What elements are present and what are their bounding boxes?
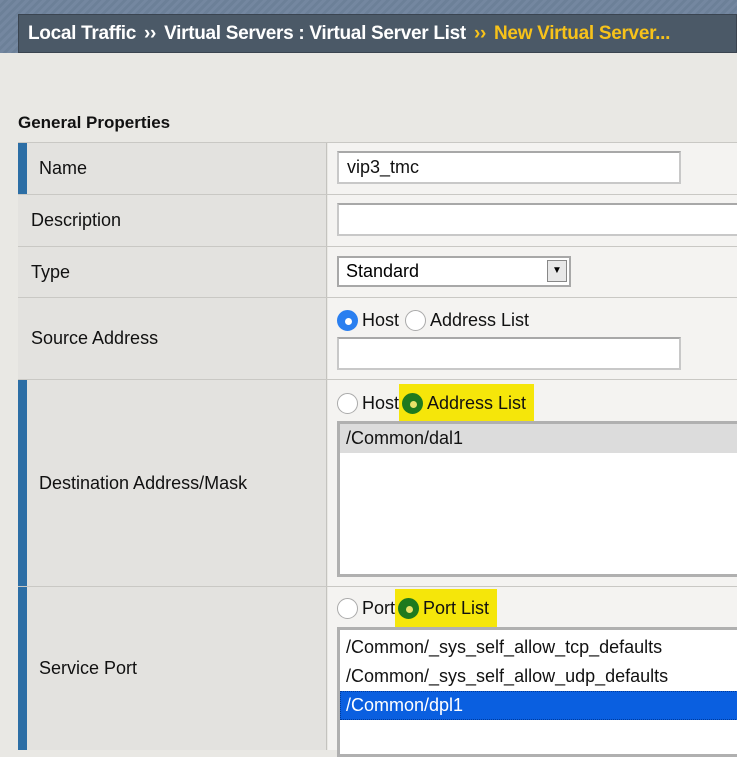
type-label: Type bbox=[18, 247, 327, 297]
port-label: Port bbox=[362, 598, 396, 618]
highlight: Port List bbox=[395, 589, 498, 628]
description-input[interactable] bbox=[337, 203, 737, 236]
port-radio[interactable] bbox=[337, 598, 358, 619]
type-select[interactable]: Standard ▼ bbox=[337, 256, 571, 287]
breadcrumb-separator: ›› bbox=[473, 23, 487, 44]
list-item[interactable]: /Common/_sys_self_allow_tcp_defaults bbox=[340, 633, 737, 662]
name-label: Name bbox=[18, 143, 327, 194]
port-list-radio[interactable] bbox=[398, 598, 420, 619]
section-title: General Properties bbox=[18, 113, 171, 132]
description-label: Description bbox=[18, 195, 327, 246]
source-address-label: Source Address bbox=[18, 298, 327, 379]
row-type: Type Standard ▼ bbox=[18, 246, 737, 297]
service-port-label: Service Port bbox=[18, 587, 327, 750]
row-description: Description bbox=[18, 194, 737, 246]
destination-address-listbox[interactable]: /Common/dal1 bbox=[337, 421, 737, 577]
row-name: Name vip3_tmc bbox=[18, 142, 737, 194]
highlight: Address List bbox=[399, 384, 535, 423]
name-input[interactable]: vip3_tmc bbox=[337, 151, 681, 184]
row-destination: Destination Address/Mask Host Address Li… bbox=[18, 379, 737, 586]
chevron-down-icon[interactable]: ▼ bbox=[547, 260, 567, 282]
source-host-label: Host bbox=[362, 310, 400, 330]
breadcrumb-current: New Virtual Server... bbox=[494, 23, 671, 44]
list-item[interactable]: /Common/dpl1 bbox=[340, 691, 737, 720]
port-listbox[interactable]: /Common/_sys_self_allow_tcp_defaults /Co… bbox=[337, 627, 737, 757]
source-address-input[interactable] bbox=[337, 337, 681, 370]
breadcrumb: Local Traffic ›› Virtual Servers : Virtual… bbox=[18, 14, 737, 53]
port-list-label: Port List bbox=[423, 598, 490, 618]
breadcrumb-virtual-server-list[interactable]: Virtual Servers : Virtual Server List bbox=[164, 23, 466, 44]
destination-host-radio[interactable] bbox=[337, 393, 358, 414]
row-service-port: Service Port Port Port List /Common/_sys… bbox=[18, 586, 737, 757]
list-item[interactable]: /Common/_sys_self_allow_udp_defaults bbox=[340, 662, 737, 691]
row-source-address: Source Address Host Address List bbox=[18, 297, 737, 379]
breadcrumb-separator: ›› bbox=[144, 23, 157, 44]
destination-address-list-radio[interactable] bbox=[402, 393, 424, 414]
destination-label: Destination Address/Mask bbox=[18, 380, 327, 586]
source-host-radio[interactable] bbox=[337, 310, 358, 331]
source-address-list-radio[interactable] bbox=[405, 310, 427, 331]
type-value: Standard bbox=[346, 261, 420, 281]
source-address-list-label: Address List bbox=[430, 310, 530, 330]
breadcrumb-local-traffic[interactable]: Local Traffic bbox=[28, 23, 136, 44]
destination-host-label: Host bbox=[362, 393, 400, 413]
list-item[interactable]: /Common/dal1 bbox=[340, 424, 737, 453]
destination-address-list-label: Address List bbox=[427, 393, 527, 413]
